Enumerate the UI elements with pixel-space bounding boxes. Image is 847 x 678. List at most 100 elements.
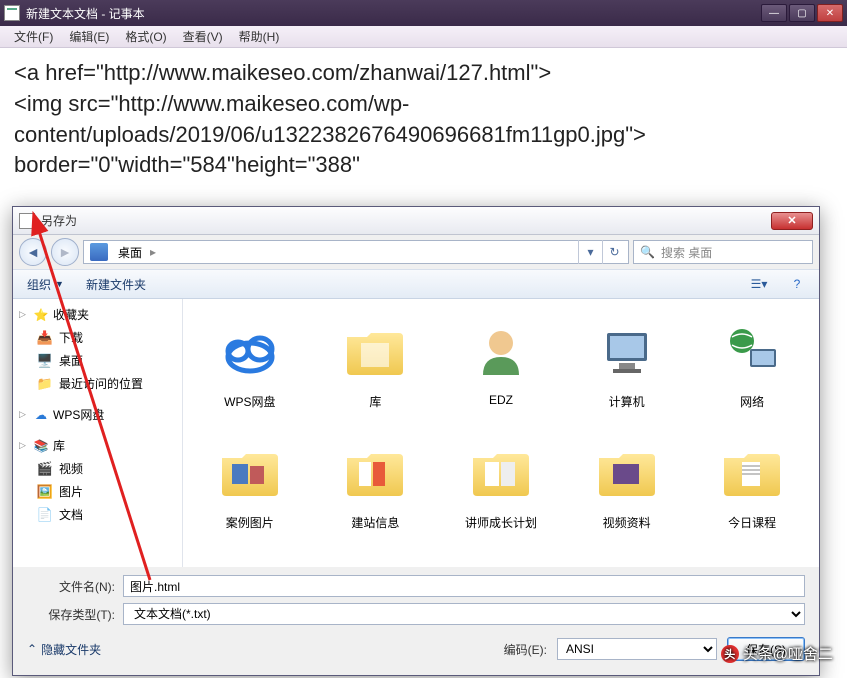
file-item[interactable]: 讲师成长计划 — [442, 432, 560, 535]
text-line: <a href="http://www.maikeseo.com/zhanwai… — [14, 58, 833, 89]
file-item[interactable]: 计算机 — [568, 311, 686, 414]
file-label: 计算机 — [609, 393, 645, 410]
search-placeholder: 搜索 桌面 — [661, 244, 712, 261]
nav-back-button[interactable]: ◄ — [19, 238, 47, 266]
organize-button[interactable]: 组织 ▼ — [23, 274, 68, 295]
dropdown-icon[interactable]: ▾ — [578, 240, 602, 264]
chevron-down-icon: ▷ — [19, 440, 29, 451]
dialog-titlebar[interactable]: 另存为 ✕ — [13, 207, 819, 235]
nav-forward-button[interactable]: ► — [51, 238, 79, 266]
computer-icon — [591, 315, 663, 387]
sidebar: ▷ ⭐ 收藏夹 📥下载 🖥️桌面 📁最近访问的位置 ▷ ☁ WPS网盘 ▷ � — [13, 299, 183, 567]
file-label: 讲师成长计划 — [465, 514, 537, 531]
dialog-footer: ⌃ 隐藏文件夹 编码(E): ANSI 保存(S) — [13, 631, 819, 671]
help-button[interactable]: ? — [785, 273, 809, 295]
notepad-textarea[interactable]: <a href="http://www.maikeseo.com/zhanwai… — [0, 48, 847, 191]
new-folder-button[interactable]: 新建文件夹 — [82, 274, 150, 295]
file-label: WPS网盘 — [224, 393, 275, 410]
file-label: 视频资料 — [603, 514, 651, 531]
encoding-select[interactable]: ANSI — [557, 638, 717, 660]
network-icon — [716, 315, 788, 387]
savetype-select[interactable]: 文本文档(*.txt) — [123, 603, 805, 625]
menu-file[interactable]: 文件(F) — [6, 26, 61, 47]
document-icon: 📄 — [37, 507, 53, 523]
file-item[interactable]: EDZ — [442, 311, 560, 414]
sidebar-item-videos[interactable]: 🎬视频 — [13, 457, 182, 480]
search-icon: 🔍 — [640, 245, 655, 259]
cloud-icon — [214, 315, 286, 387]
folder-video-icon — [591, 436, 663, 508]
sidebar-wps[interactable]: ▷ ☁ WPS网盘 — [13, 403, 182, 426]
file-item[interactable]: 视频资料 — [568, 432, 686, 535]
breadcrumb[interactable]: 桌面 ▸ ▾ ↻ — [83, 240, 629, 264]
file-label: 今日课程 — [728, 514, 776, 531]
watermark-icon: 头 — [721, 645, 739, 663]
file-item[interactable]: 网络 — [693, 311, 811, 414]
picture-icon: 🖼️ — [37, 484, 53, 500]
download-icon: 📥 — [37, 330, 53, 346]
sidebar-item-documents[interactable]: 📄文档 — [13, 503, 182, 526]
close-button[interactable]: ✕ — [817, 4, 843, 22]
dialog-toolbar: 组织 ▼ 新建文件夹 ☰▾ ? — [13, 269, 819, 299]
menu-format[interactable]: 格式(O) — [117, 26, 174, 47]
file-label: 网络 — [740, 393, 764, 410]
chevron-up-icon: ⌃ — [27, 642, 37, 656]
hide-folders-toggle[interactable]: ⌃ 隐藏文件夹 — [27, 641, 101, 658]
file-label: 案例图片 — [226, 514, 274, 531]
refresh-icon[interactable]: ↻ — [602, 240, 626, 264]
library-icon: 📚 — [33, 438, 49, 454]
maximize-button[interactable]: ▢ — [789, 4, 815, 22]
file-item[interactable]: WPS网盘 — [191, 311, 309, 414]
menu-help[interactable]: 帮助(H) — [231, 26, 288, 47]
minimize-button[interactable]: — — [761, 4, 787, 22]
file-item[interactable]: 库 — [317, 311, 435, 414]
savetype-label: 保存类型(T): — [27, 606, 115, 623]
chevron-down-icon: ▼ — [55, 279, 64, 289]
file-label: EDZ — [489, 393, 513, 407]
breadcrumb-segment[interactable]: 桌面 — [112, 241, 148, 263]
dialog-navbar: ◄ ► 桌面 ▸ ▾ ↻ 🔍 搜索 桌面 — [13, 235, 819, 269]
user-icon — [465, 315, 537, 387]
sidebar-item-downloads[interactable]: 📥下载 — [13, 326, 182, 349]
file-label: 建站信息 — [351, 514, 399, 531]
cloud-icon: ☁ — [33, 407, 49, 423]
sidebar-item-recent[interactable]: 📁最近访问的位置 — [13, 372, 182, 395]
file-item[interactable]: 案例图片 — [191, 432, 309, 535]
desktop-icon — [90, 243, 108, 261]
notepad-title: 新建文本文档 - 记事本 — [26, 5, 761, 22]
menu-view[interactable]: 查看(V) — [175, 26, 231, 47]
menu-edit[interactable]: 编辑(E) — [61, 26, 117, 47]
folder-file-icon — [716, 436, 788, 508]
folder-lib-icon — [339, 315, 411, 387]
file-item[interactable]: 建站信息 — [317, 432, 435, 535]
sidebar-item-pictures[interactable]: 🖼️图片 — [13, 480, 182, 503]
save-as-dialog: 另存为 ✕ ◄ ► 桌面 ▸ ▾ ↻ 🔍 搜索 桌面 组织 ▼ 新建文件夹 ☰▾… — [12, 206, 820, 676]
folder-pics-icon — [214, 436, 286, 508]
file-item[interactable]: 今日课程 — [693, 432, 811, 535]
sidebar-item-desktop[interactable]: 🖥️桌面 — [13, 349, 182, 372]
encoding-label: 编码(E): — [504, 641, 547, 658]
notepad-menubar: 文件(F) 编辑(E) 格式(O) 查看(V) 帮助(H) — [0, 26, 847, 48]
chevron-icon: ▷ — [19, 409, 29, 420]
watermark: 头 头条@哑舍二 — [721, 643, 833, 664]
recent-icon: 📁 — [37, 376, 53, 392]
star-icon: ⭐ — [33, 307, 49, 323]
dialog-fields: 文件名(N): 保存类型(T): 文本文档(*.txt) — [13, 567, 819, 631]
file-view[interactable]: WPS网盘 库 EDZ 计算机 网络 案例图片 建站信息 讲师成长计划 视频资料 今日课程 — [183, 299, 819, 567]
search-input[interactable]: 🔍 搜索 桌面 — [633, 240, 813, 264]
view-options-button[interactable]: ☰▾ — [747, 273, 771, 295]
text-line: <img src="http://www.maikeseo.com/wp-con… — [14, 89, 833, 151]
sidebar-favorites[interactable]: ▷ ⭐ 收藏夹 — [13, 303, 182, 326]
folder-docs2-icon — [465, 436, 537, 508]
dialog-title: 另存为 — [41, 212, 771, 229]
sidebar-libraries[interactable]: ▷ 📚 库 — [13, 434, 182, 457]
file-label: 库 — [369, 393, 381, 410]
chevron-down-icon: ▷ — [19, 309, 29, 320]
folder-docs-icon — [339, 436, 411, 508]
filename-input[interactable] — [123, 575, 805, 597]
notepad-titlebar[interactable]: 新建文本文档 - 记事本 — ▢ ✕ — [0, 0, 847, 26]
text-line: border="0"width="584"height="388" — [14, 150, 833, 181]
desktop-icon: 🖥️ — [37, 353, 53, 369]
dialog-close-button[interactable]: ✕ — [771, 212, 813, 230]
dialog-icon — [19, 213, 35, 229]
